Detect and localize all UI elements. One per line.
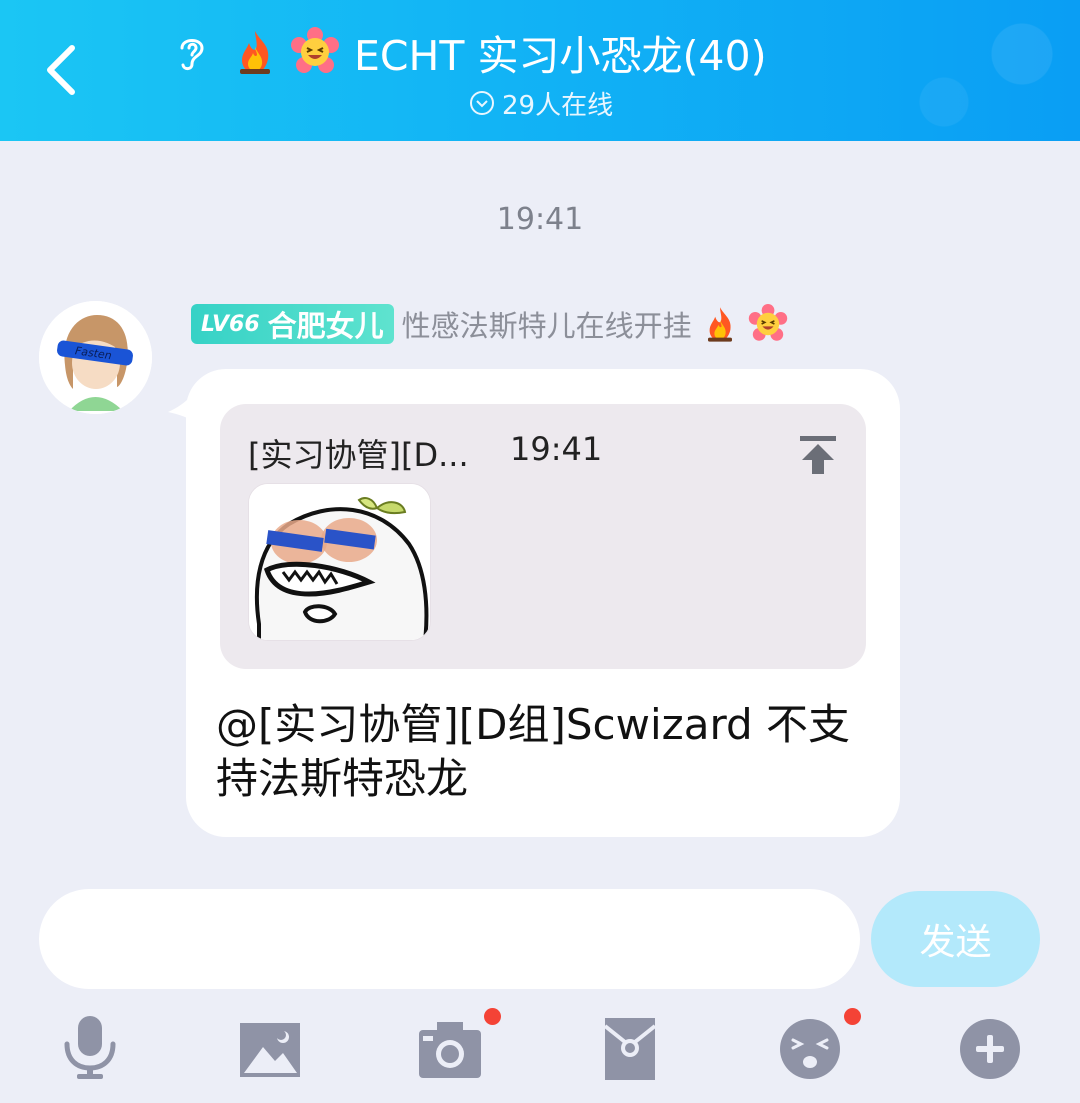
emoji-notification-dot	[844, 1008, 861, 1025]
sender-nickname: 性感法斯特儿在线开挂	[401, 309, 692, 343]
fire-icon	[707, 307, 732, 342]
online-count: 29人在线	[502, 90, 614, 121]
header-title-row[interactable]: ECHT 实习小恐龙(40)	[170, 22, 767, 82]
image-icon[interactable]	[237, 1017, 303, 1083]
chat-screen: ECHT 实习小恐龙(40) 29人在线 19:41 Fasten LV66 合…	[0, 0, 1080, 1103]
message-input[interactable]	[39, 889, 860, 989]
sender-info[interactable]: LV66 合肥女儿 性感法斯特儿在线开挂	[191, 302, 788, 346]
group-name: ECHT 实习小恐龙(40)	[354, 32, 767, 80]
laughing-flower-icon	[748, 304, 787, 341]
level-badge: LV66 合肥女儿	[191, 304, 394, 344]
online-status[interactable]: 29人在线	[468, 86, 614, 121]
chat-header: ECHT 实习小恐龙(40) 29人在线	[0, 0, 1080, 141]
member-title: 合肥女儿	[267, 309, 384, 343]
send-button[interactable]: 发送	[871, 891, 1040, 987]
chevron-down-circle-icon	[470, 91, 494, 115]
camera-icon[interactable]	[417, 1016, 483, 1082]
plus-icon[interactable]	[957, 1016, 1023, 1082]
jump-to-top-icon[interactable]	[798, 434, 838, 476]
camera-notification-dot	[484, 1008, 501, 1025]
microphone-icon[interactable]	[57, 1014, 123, 1080]
ear-icon[interactable]	[170, 30, 214, 74]
level-text: LV66	[201, 311, 260, 337]
header-decoration	[840, 0, 1080, 141]
laughing-flower-icon	[291, 27, 339, 73]
back-arrow-icon[interactable]	[34, 38, 90, 102]
sticker-image[interactable]	[248, 483, 431, 641]
red-packet-icon[interactable]	[597, 1016, 663, 1082]
avatar-image: Fasten	[39, 301, 152, 414]
emoji-icon[interactable]	[777, 1016, 843, 1082]
avatar[interactable]: Fasten	[39, 301, 152, 414]
fire-icon	[240, 31, 270, 74]
quoted-sender: [实习协管][D...	[248, 436, 469, 474]
dinosaur-sticker	[249, 484, 430, 640]
message-text: @[实习协管][D组]Scwizard 不支持法斯特恐龙	[216, 700, 850, 803]
quoted-time: 19:41	[510, 430, 603, 468]
message-timestamp: 19:41	[496, 202, 584, 237]
